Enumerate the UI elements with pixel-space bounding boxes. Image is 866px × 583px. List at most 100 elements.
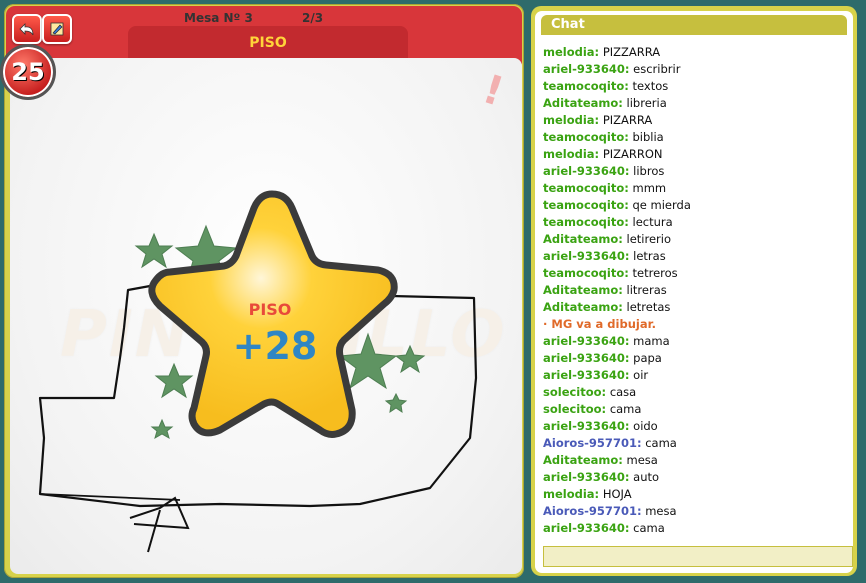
edit-button[interactable] — [42, 14, 72, 44]
chat-message: Aditateamo: letirerio — [543, 231, 847, 248]
chat-nick: Aditateamo: — [543, 283, 623, 297]
chat-text: PIZZARRA — [602, 45, 661, 59]
chat-text: HOJA — [602, 487, 632, 501]
chat-text: biblia — [632, 130, 664, 144]
chat-text: cama — [645, 436, 677, 450]
chat-nick: teamocoqito: — [543, 130, 629, 144]
chat-text: PIZARRA — [602, 113, 653, 127]
chat-text: letretas — [626, 300, 671, 314]
chat-message: teamocoqito: qe mierda — [543, 197, 847, 214]
chat-text: mmm — [632, 181, 667, 195]
chat-message: teamocoqito: biblia — [543, 129, 847, 146]
chat-text: mesa — [645, 504, 677, 518]
chat-title: Chat — [551, 17, 585, 32]
chat-message: Aioros-957701: mesa — [543, 503, 847, 520]
chat-text: libros — [633, 164, 665, 178]
chat-header: Chat — [541, 15, 847, 35]
chat-message: Aditateamo: litreras — [543, 282, 847, 299]
chat-message: ariel-933640: cama — [543, 520, 847, 537]
chat-text: oido — [633, 419, 658, 433]
chat-message: teamocoqito: lectura — [543, 214, 847, 231]
chat-nick: teamocoqito: — [543, 181, 629, 195]
chat-text: mama — [633, 334, 670, 348]
chat-nick: melodia: — [543, 487, 600, 501]
chat-nick: teamocoqito: — [543, 79, 629, 93]
chat-text: cama — [633, 521, 665, 535]
chat-nick: Aditateamo: — [543, 232, 623, 246]
chat-message: solecitoo: casa — [543, 384, 847, 401]
current-word: PISO — [249, 35, 287, 51]
chat-nick: ariel-933640: — [543, 164, 630, 178]
chat-text: cama — [609, 402, 642, 416]
chat-nick: · MG va a dibujar. — [543, 317, 656, 331]
chat-text: PIZARRON — [602, 147, 663, 161]
chat-text: litreras — [626, 283, 667, 297]
chat-text: papa — [633, 351, 662, 365]
chat-message: · MG va a dibujar. — [543, 316, 847, 333]
chat-message: ariel-933640: letras — [543, 248, 847, 265]
chat-message: melodia: PIZARRA — [543, 112, 847, 129]
chat-nick: ariel-933640: — [543, 351, 630, 365]
chat-messages: melodia: PIZZARRA ariel-933640: escribrir… — [543, 44, 847, 537]
chat-text: textos — [632, 79, 669, 93]
chat-nick: solecitoo: — [543, 402, 607, 416]
back-arrow-icon — [19, 23, 34, 36]
chat-message: Aditateamo: libreria — [543, 95, 847, 112]
chat-message: ariel-933640: libros — [543, 163, 847, 180]
game-header: Mesa Nº 3 2/3 PISO — [6, 6, 522, 64]
chat-message: melodia: PIZZARRA — [543, 44, 847, 61]
chat-message: teamocoqito: textos — [543, 78, 847, 95]
chat-nick: Aditateamo: — [543, 300, 623, 314]
chat-message: melodia: PIZARRON — [543, 146, 847, 163]
chat-message: ariel-933640: escribrir — [543, 61, 847, 78]
chat-nick: Aioros-957701: — [543, 436, 642, 450]
chat-nick: ariel-933640: — [543, 419, 630, 433]
word-tab: PISO — [128, 26, 408, 60]
chat-nick: ariel-933640: — [543, 249, 630, 263]
round-counter: 2/3 — [302, 11, 324, 25]
chat-nick: Aditateamo: — [543, 96, 623, 110]
result-points: +28 — [232, 324, 318, 368]
chat-message: Aditateamo: letretas — [543, 299, 847, 316]
chat-input[interactable] — [543, 546, 853, 567]
chat-message: Aditateamo: mesa — [543, 452, 847, 469]
drawing-canvas[interactable]: PINTURILLO ! — [10, 58, 522, 574]
chat-nick: ariel-933640: — [543, 62, 630, 76]
chat-message: teamocoqito: mmm — [543, 180, 847, 197]
chat-nick: teamocoqito: — [543, 266, 629, 280]
chat-text: lectura — [632, 215, 673, 229]
chat-nick: ariel-933640: — [543, 368, 630, 382]
table-label: Mesa Nº 3 — [184, 11, 253, 25]
chat-nick: ariel-933640: — [543, 470, 630, 484]
chat-nick: teamocoqito: — [543, 215, 629, 229]
chat-nick: Aioros-957701: — [543, 504, 642, 518]
chat-message: melodia: HOJA — [543, 486, 847, 503]
chat-nick: melodia: — [543, 45, 600, 59]
back-button[interactable] — [12, 14, 42, 44]
chat-message: ariel-933640: papa — [543, 350, 847, 367]
chat-message: ariel-933640: oido — [543, 418, 847, 435]
chat-message: ariel-933640: mama — [543, 333, 847, 350]
chat-nick: melodia: — [543, 113, 600, 127]
chat-nick: solecitoo: — [543, 385, 607, 399]
result-word: PISO — [248, 300, 292, 319]
chat-text: mesa — [626, 453, 658, 467]
chat-panel: Chat melodia: PIZZARRA ariel-933640: escr… — [531, 6, 857, 576]
chat-message: Aioros-957701: cama — [543, 435, 847, 452]
chat-text: casa — [609, 385, 637, 399]
timer-badge: 25 — [0, 44, 56, 100]
game-panel: Mesa Nº 3 2/3 PISO PINTURILLO ! — [0, 4, 524, 578]
chat-message: ariel-933640: oir — [543, 367, 847, 384]
chat-text: auto — [633, 470, 660, 484]
chat-message: solecitoo: cama — [543, 401, 847, 418]
chat-text: letras — [633, 249, 666, 263]
chat-text: escribrir — [633, 62, 681, 76]
chat-text: libreria — [626, 96, 667, 110]
chat-nick: ariel-933640: — [543, 521, 630, 535]
pencil-icon — [50, 22, 64, 36]
chat-message: teamocoqito: tetreros — [543, 265, 847, 282]
chat-nick: melodia: — [543, 147, 600, 161]
chat-nick: Aditateamo: — [543, 453, 623, 467]
chat-text: qe mierda — [632, 198, 691, 212]
chat-box: Chat melodia: PIZZARRA ariel-933640: escr… — [535, 11, 853, 573]
